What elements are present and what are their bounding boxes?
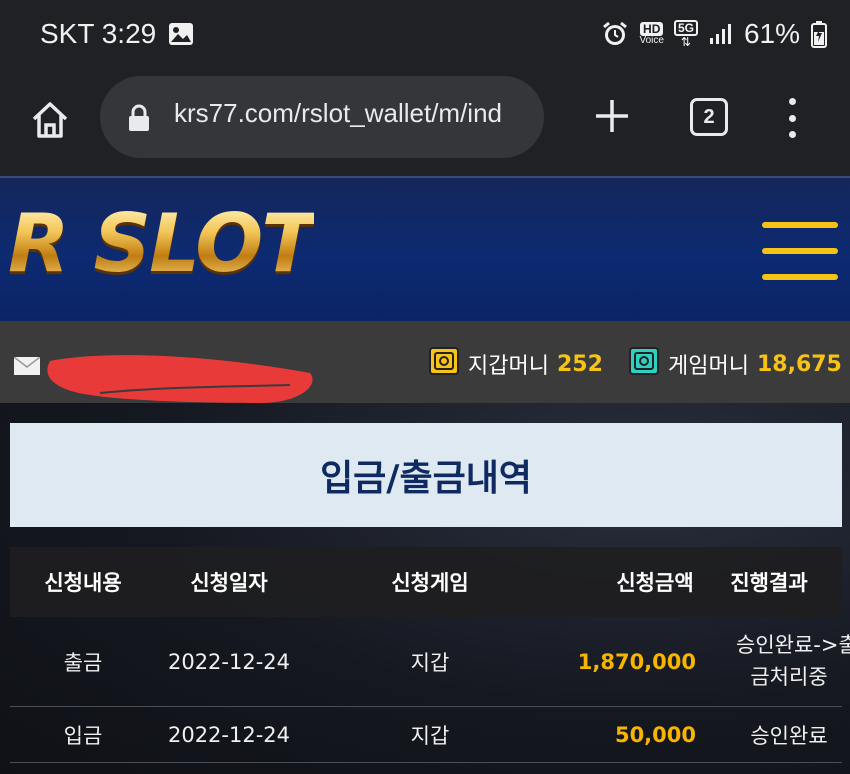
voice-label: Voice — [639, 35, 664, 46]
site-header: R SLOT — [0, 176, 850, 321]
result-line: 금처리중 — [750, 664, 828, 689]
browser-toolbar: krs77.com/rslot_wallet/m/ind 2 — [0, 76, 850, 176]
hd-voice-icon: HD Voice — [639, 22, 664, 46]
lock-icon — [128, 104, 150, 136]
game-safe-icon — [628, 345, 660, 383]
game-money: 게임머니 18,675 — [628, 345, 842, 383]
cell-type: 입금 — [63, 723, 103, 748]
hd-label: HD — [640, 22, 664, 36]
battery-icon — [810, 20, 828, 48]
image-icon — [168, 22, 194, 46]
column-header: 신청내용 — [44, 571, 122, 595]
page-title: 입금/출금내역 — [320, 458, 532, 499]
address-bar[interactable]: krs77.com/rslot_wallet/m/ind — [100, 76, 544, 158]
cell-game: 지갑 — [410, 723, 450, 748]
column-header: 신청금액 — [616, 571, 694, 595]
redaction-mark — [47, 355, 313, 403]
carrier-time: SKT 3:29 — [40, 18, 157, 49]
status-right: HD Voice 5G ⇅ 61% — [601, 18, 828, 50]
menu-button[interactable] — [762, 222, 838, 280]
cell-result: 승인완료->출 금처리중 — [696, 630, 850, 693]
cell-date: 2022-12-24 — [167, 649, 291, 674]
home-button[interactable] — [28, 98, 72, 142]
wallet-money-label: 지갑머니 — [468, 354, 549, 379]
cell-amount: 50,000 — [614, 722, 696, 747]
url-text: krs77.com/rslot_wallet/m/ind — [174, 98, 502, 128]
history-table: 신청내용 신청일자 신청게임 신청금액 진행결과 출금 2022-12-24 지… — [10, 547, 850, 763]
column-header: 진행결과 — [730, 571, 808, 595]
column-header: 신청게임 — [391, 571, 469, 595]
game-money-label: 게임머니 — [668, 354, 749, 379]
table-row: 출금 2022-12-24 지갑 1,870,000 승인완료->출 금처리중 — [10, 617, 850, 707]
cell-amount: 1,870,000 — [577, 649, 696, 674]
mail-icon[interactable] — [13, 356, 41, 379]
wallet-money: 지갑머니 252 — [428, 345, 603, 383]
game-money-value: 18,675 — [756, 351, 842, 377]
more-menu-button[interactable] — [785, 98, 799, 138]
signal-icon — [708, 22, 734, 46]
hamburger-icon — [762, 222, 838, 228]
cell-date: 2022-12-24 — [167, 722, 291, 747]
main-content: 입금/출금내역 신청내용 신청일자 신청게임 신청금액 진행결과 출금 2022… — [0, 403, 850, 774]
cell-game: 지갑 — [410, 650, 450, 675]
column-header: 신청일자 — [190, 571, 268, 595]
title-box: 입금/출금내역 — [10, 423, 842, 527]
battery-percent: 61% — [743, 18, 800, 49]
wallet-safe-icon — [428, 345, 460, 383]
5g-label: 5G — [673, 20, 698, 36]
cell-type: 출금 — [63, 650, 103, 675]
alarm-icon — [601, 20, 629, 48]
status-bar: SKT 3:29 HD Voice 5G ⇅ 61% — [0, 0, 850, 76]
status-left: SKT 3:29 — [40, 18, 194, 50]
table-row: 입금 2022-12-24 지갑 50,000 승인완료 — [10, 707, 842, 763]
table-header: 신청내용 신청일자 신청게임 신청금액 진행결과 — [10, 547, 842, 617]
home-icon — [32, 102, 68, 138]
plus-icon — [596, 100, 628, 132]
new-tab-button[interactable] — [590, 94, 634, 138]
wallet-money-value: 252 — [556, 351, 603, 377]
tab-count: 2 — [703, 105, 715, 128]
cell-result: 승인완료 — [750, 723, 828, 748]
result-line: 승인완료->출 — [736, 633, 850, 657]
user-info-bar: 지갑머니 252 게임머니 18,675 — [0, 321, 850, 403]
site-logo[interactable]: R SLOT — [8, 204, 316, 284]
5g-icon: 5G ⇅ — [673, 20, 698, 48]
more-dots-icon — [788, 98, 796, 105]
tab-switcher-button[interactable]: 2 — [690, 98, 728, 136]
